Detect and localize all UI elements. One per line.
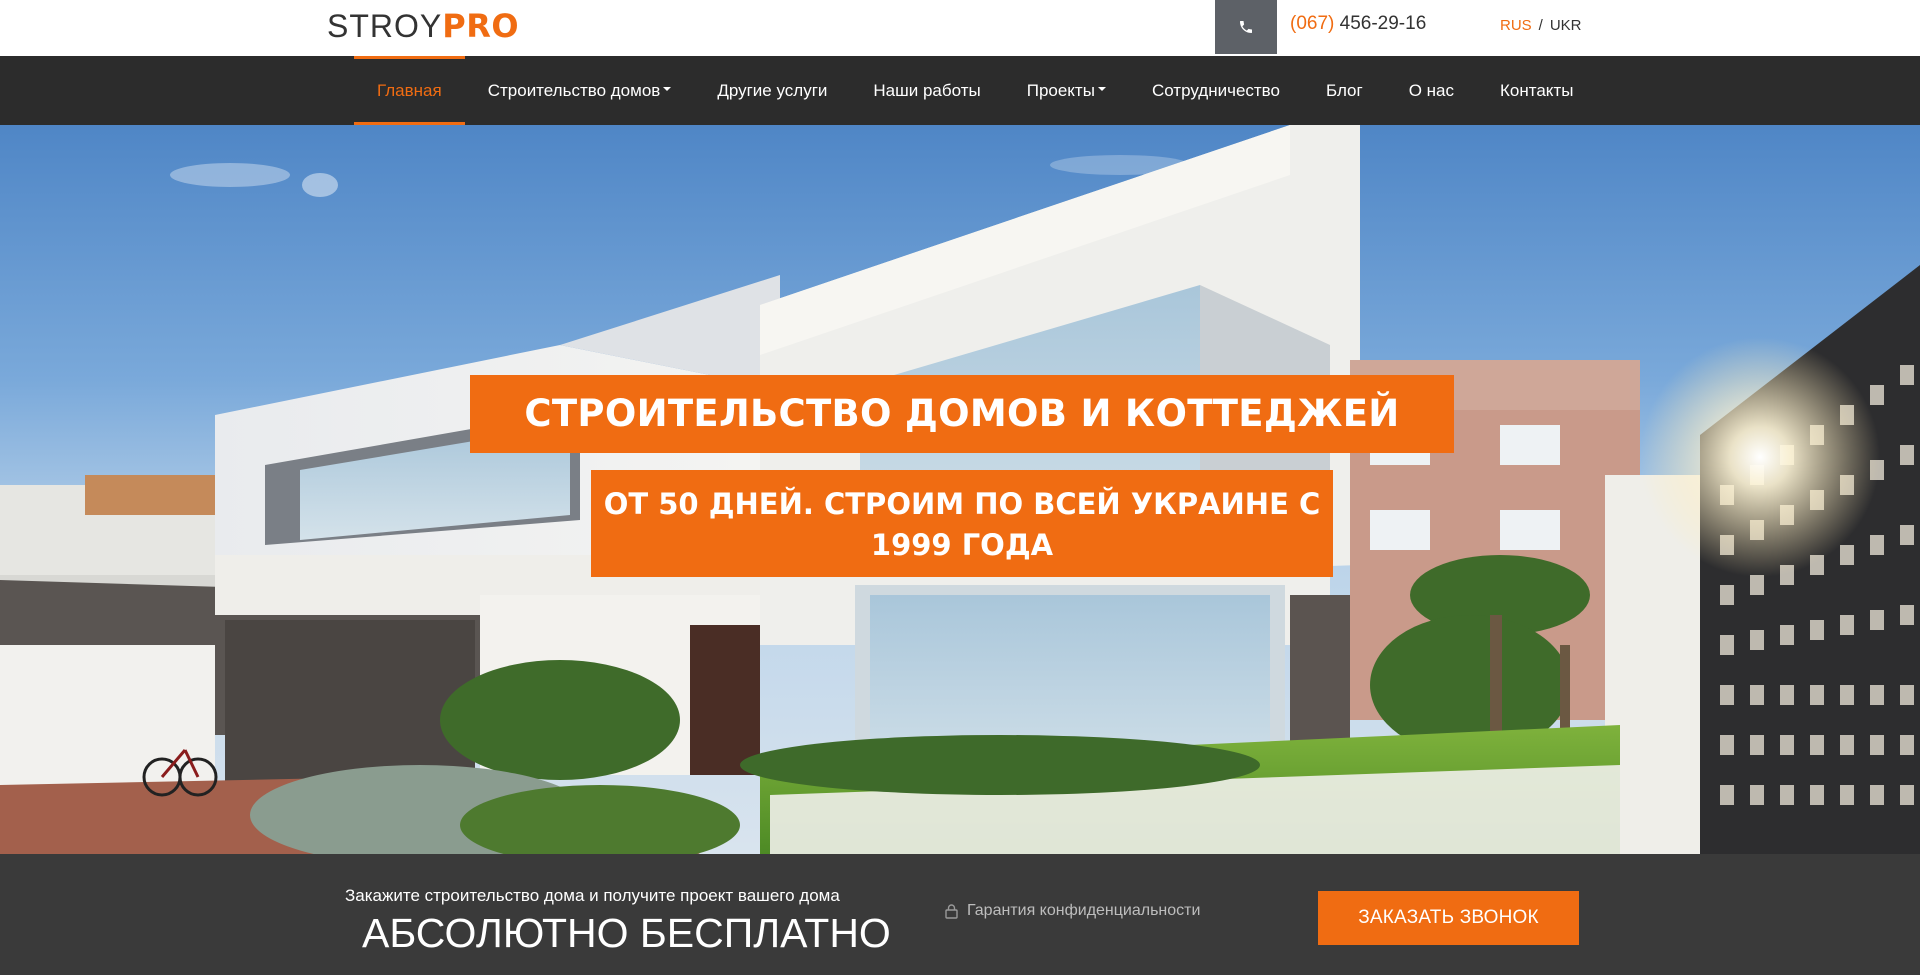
nav-label: Проекты bbox=[1026, 80, 1095, 100]
lang-separator: / bbox=[1538, 17, 1543, 34]
phone-digits: 456-29-16 bbox=[1339, 13, 1427, 34]
phone-icon bbox=[1240, 21, 1252, 33]
phone-code: (067) bbox=[1290, 13, 1335, 34]
privacy-note: Гарантия конфиденциальности bbox=[945, 902, 1200, 920]
nav-item-blog[interactable]: Блог bbox=[1303, 56, 1386, 125]
hero-headline: СТРОИТЕЛЬСТВО ДОМОВ И КОТТЕДЖЕЙ ПОД КЛЮЧ bbox=[470, 375, 1454, 513]
caret-down-icon bbox=[1097, 86, 1106, 91]
nav-item-house-construction[interactable]: Строительство домов bbox=[465, 56, 695, 125]
offer-text: Закажите строительство дома и получите п… bbox=[345, 886, 840, 905]
site-logo[interactable]: STROYPRO bbox=[327, 8, 519, 44]
nav-item-contacts[interactable]: Контакты bbox=[1477, 56, 1596, 125]
caret-down-icon bbox=[663, 86, 672, 91]
language-switcher: RUS / UKR bbox=[1500, 17, 1582, 34]
nav-label: Контакты bbox=[1500, 80, 1574, 100]
nav-item-projects[interactable]: Проекты bbox=[1004, 56, 1129, 125]
nav-item-home[interactable]: Главная bbox=[354, 56, 465, 125]
nav-label: О нас bbox=[1408, 80, 1455, 100]
logo-text-pro: PRO bbox=[442, 7, 520, 45]
hero-banner: СТРОИТЕЛЬСТВО ДОМОВ И КОТТЕДЖЕЙ ПОД КЛЮЧ… bbox=[0, 125, 1920, 854]
nav-label: Блог bbox=[1325, 80, 1363, 100]
site-header: STROYPRO (067) 456-29-16 RUS / UKR bbox=[0, 0, 1920, 56]
lang-rus[interactable]: RUS bbox=[1500, 17, 1532, 34]
nav-item-other-services[interactable]: Другие услуги bbox=[694, 56, 850, 125]
phone-number[interactable]: (067) 456-29-16 bbox=[1290, 13, 1426, 35]
offer-highlight: АБСОЛЮТНО БЕСПЛАТНО bbox=[362, 910, 891, 956]
offer-bar: Закажите строительство дома и получите п… bbox=[0, 854, 1920, 975]
logo-text-stroy: STROY bbox=[327, 8, 443, 44]
lock-icon bbox=[945, 903, 958, 919]
hero-subheadline: ОТ 50 ДНЕЙ. СТРОИМ ПО ВСЕЙ УКРАИНЕ С 199… bbox=[591, 470, 1333, 577]
main-nav: Главная Строительство домов Другие услуг… bbox=[0, 56, 1920, 125]
nav-item-cooperation[interactable]: Сотрудничество bbox=[1129, 56, 1303, 125]
nav-item-about[interactable]: О нас bbox=[1386, 56, 1477, 125]
nav-label: Наши работы bbox=[873, 80, 981, 100]
nav-label: Строительство домов bbox=[487, 80, 661, 100]
order-call-button[interactable]: ЗАКАЗАТЬ ЗВОНОК bbox=[1318, 891, 1579, 945]
nav-label: Главная bbox=[377, 80, 442, 100]
lang-ukr[interactable]: UKR bbox=[1550, 17, 1582, 34]
nav-label: Сотрудничество bbox=[1151, 80, 1280, 100]
privacy-label: Гарантия конфиденциальности bbox=[967, 902, 1201, 919]
nav-label: Другие услуги bbox=[717, 80, 828, 100]
phone-icon-box[interactable] bbox=[1215, 0, 1277, 54]
nav-item-our-works[interactable]: Наши работы bbox=[850, 56, 1003, 125]
